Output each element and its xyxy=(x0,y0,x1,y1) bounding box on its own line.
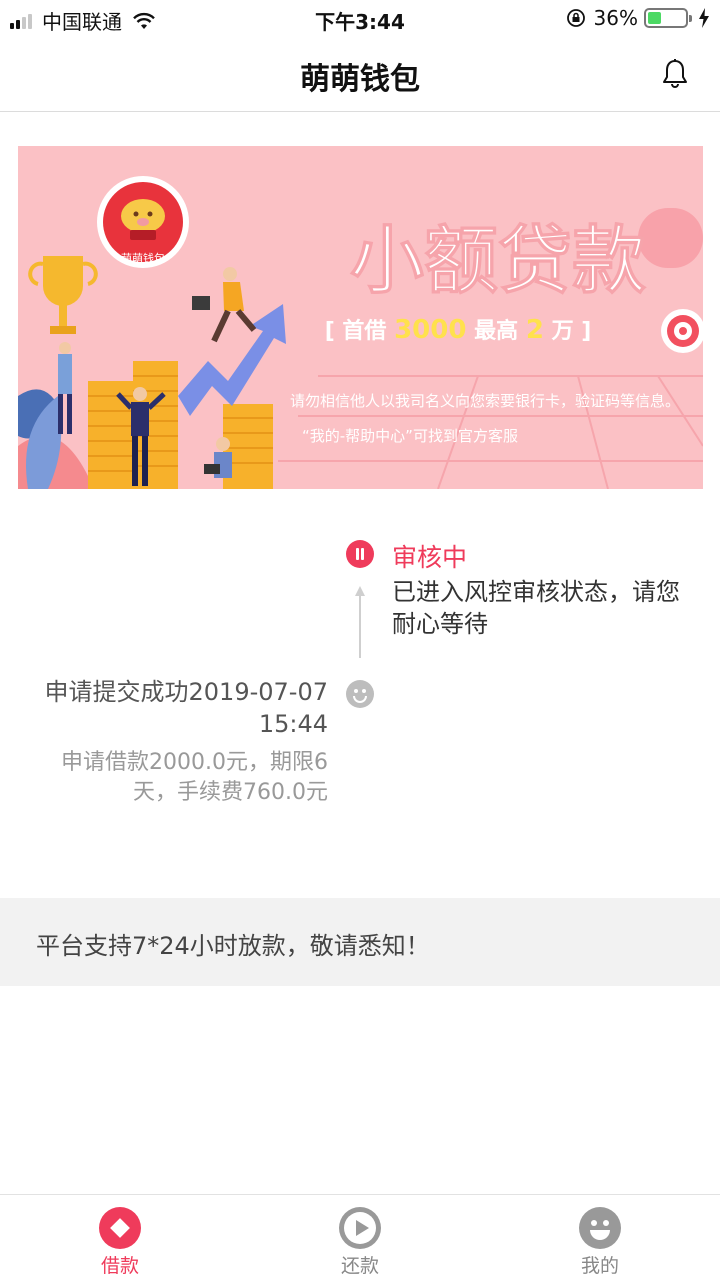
target-icon xyxy=(661,309,703,353)
banner-help-line: “我的-帮助中心”可找到官方客服 xyxy=(302,427,518,445)
page-title: 萌萌钱包 xyxy=(300,62,420,97)
tab-mine-label: 我的 xyxy=(580,1255,619,1277)
battery-fill xyxy=(648,12,661,24)
tab-bar: 借款 还款 我的 xyxy=(0,1194,720,1280)
tab-repay[interactable]: 还款 xyxy=(300,1207,420,1278)
play-icon xyxy=(339,1207,381,1249)
submit-status-title: 申请提交成功2019-07-07 15:44 xyxy=(44,678,328,738)
status-right: 36% xyxy=(566,6,710,30)
notice-bar: 平台支持7*24小时放款，敬请悉知！ xyxy=(0,898,720,986)
current-status-desc: 已进入风控审核状态，请您耐心等待 xyxy=(392,578,680,638)
notice-text: 平台支持7*24小时放款，敬请悉知！ xyxy=(36,932,430,960)
logo-badge: 萌萌钱包 xyxy=(97,176,189,268)
woman-figure xyxy=(58,342,72,434)
tab-mine[interactable]: 我的 xyxy=(540,1207,660,1278)
smiley-icon xyxy=(579,1207,621,1249)
banner-headline: 小额贷款 xyxy=(350,218,646,304)
banner-illustration: 萌萌钱包 小额贷款 [首借 3000 最高 2 万] 请勿相信他人以我司名义… xyxy=(18,176,703,489)
battery-icon xyxy=(644,8,692,28)
pause-icon xyxy=(346,540,374,568)
application-timeline: 审核中 已进入风控审核状态，请您耐心等待 申请提交成功2019-07-07 15… xyxy=(0,530,720,850)
smiley-icon xyxy=(346,680,374,708)
banner-subline: [ 首借 3000 最高 2 万 ] xyxy=(325,315,592,345)
timeline-connector xyxy=(359,592,361,658)
rotation-lock-icon xyxy=(566,9,585,27)
tab-repay-label: 还款 xyxy=(340,1255,379,1277)
banner-warning-line: 请勿相信他人以我司名义向您索要银行卡，验证码等信息。 xyxy=(290,392,680,410)
rising-arrow-icon xyxy=(178,304,286,416)
running-man-figure xyxy=(192,267,257,343)
battery-percent: 36% xyxy=(593,6,638,30)
seated-man-figure xyxy=(204,437,232,478)
trophy-icon xyxy=(28,256,98,334)
promo-banner[interactable]: 萌萌钱包 小额贷款 [首借 3000 最高 2 万] 请勿相信他人以我司名义… xyxy=(18,146,703,489)
nav-bar: 萌萌钱包 xyxy=(0,38,720,112)
tab-borrow-label: 借款 xyxy=(100,1255,139,1277)
bell-icon[interactable] xyxy=(660,58,690,90)
logo-text: 萌萌钱包 xyxy=(121,251,165,265)
submit-status-desc: 申请借款2000.0元，期限6天，手续费760.0元 xyxy=(61,750,328,805)
tab-borrow[interactable]: 借款 xyxy=(60,1207,180,1278)
charging-bolt-icon xyxy=(699,8,709,28)
borrow-icon xyxy=(99,1207,141,1249)
status-bar: 中国联通 下午3:44 36% xyxy=(0,0,720,38)
current-status-title: 审核中 xyxy=(392,543,468,572)
